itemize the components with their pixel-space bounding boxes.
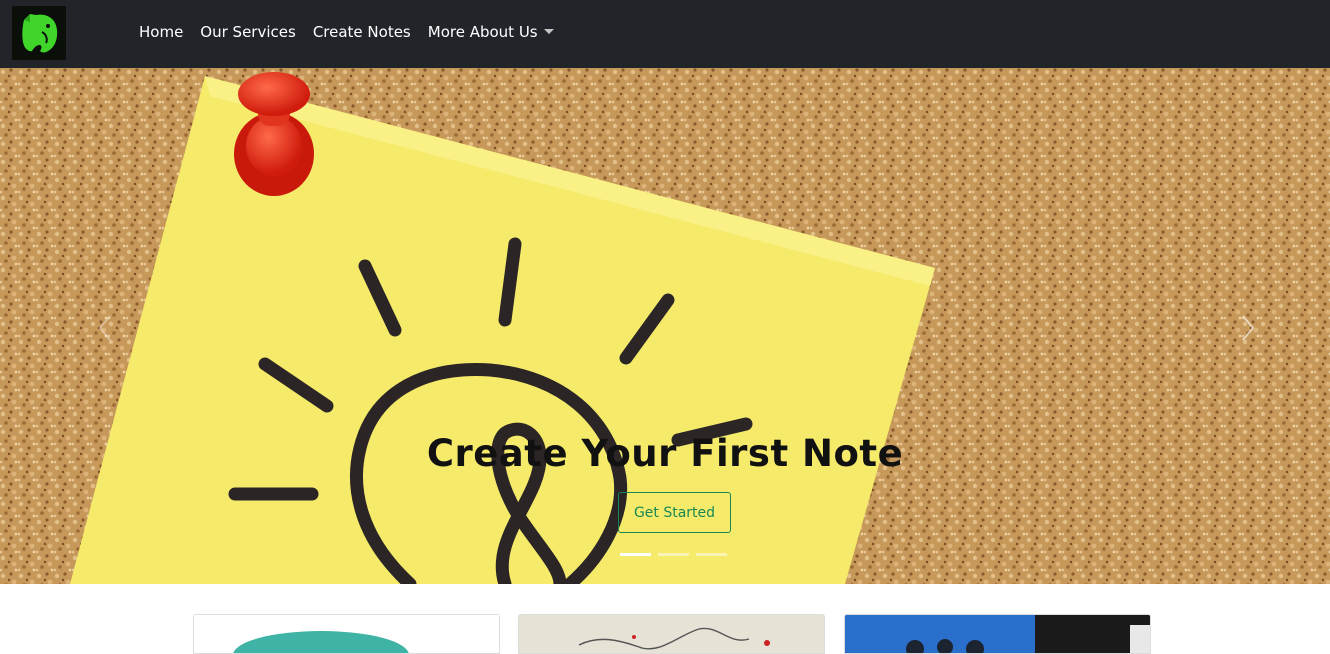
carousel-next-button[interactable]	[1233, 308, 1263, 348]
card-1[interactable]	[193, 614, 500, 654]
carousel-prev-button[interactable]	[90, 308, 120, 348]
card-3[interactable]	[844, 614, 1151, 654]
elephant-logo-icon[interactable]	[12, 6, 66, 60]
nav-more-about-us-dropdown[interactable]: More About Us	[428, 23, 554, 41]
caret-down-icon	[543, 29, 554, 34]
chevron-left-icon	[98, 315, 111, 341]
nav-links: Home Our Services Create Notes More Abou…	[139, 0, 554, 64]
hero-caption: Create Your First Note	[0, 432, 1330, 475]
cards-section	[0, 584, 1330, 654]
get-started-button[interactable]: Get Started	[618, 492, 731, 533]
nav-our-services[interactable]: Our Services	[200, 23, 296, 41]
carousel-indicators	[620, 553, 727, 556]
carousel-indicator-1[interactable]	[620, 553, 651, 556]
card-1-image	[194, 615, 499, 653]
card-2[interactable]	[518, 614, 825, 654]
card-3-image	[845, 615, 1150, 653]
chevron-right-icon	[1242, 315, 1255, 341]
nav-create-notes[interactable]: Create Notes	[313, 23, 411, 41]
nav-more-about-us-label: More About Us	[427, 23, 538, 41]
carousel-indicator-2[interactable]	[658, 553, 689, 556]
hero-title: Create Your First Note	[426, 432, 904, 475]
hero-carousel: Create Your First Note Get Started	[0, 68, 1330, 584]
nav-home[interactable]: Home	[139, 23, 183, 41]
navbar: Home Our Services Create Notes More Abou…	[0, 0, 1330, 68]
carousel-indicator-3[interactable]	[696, 553, 727, 556]
card-2-image	[519, 615, 824, 653]
